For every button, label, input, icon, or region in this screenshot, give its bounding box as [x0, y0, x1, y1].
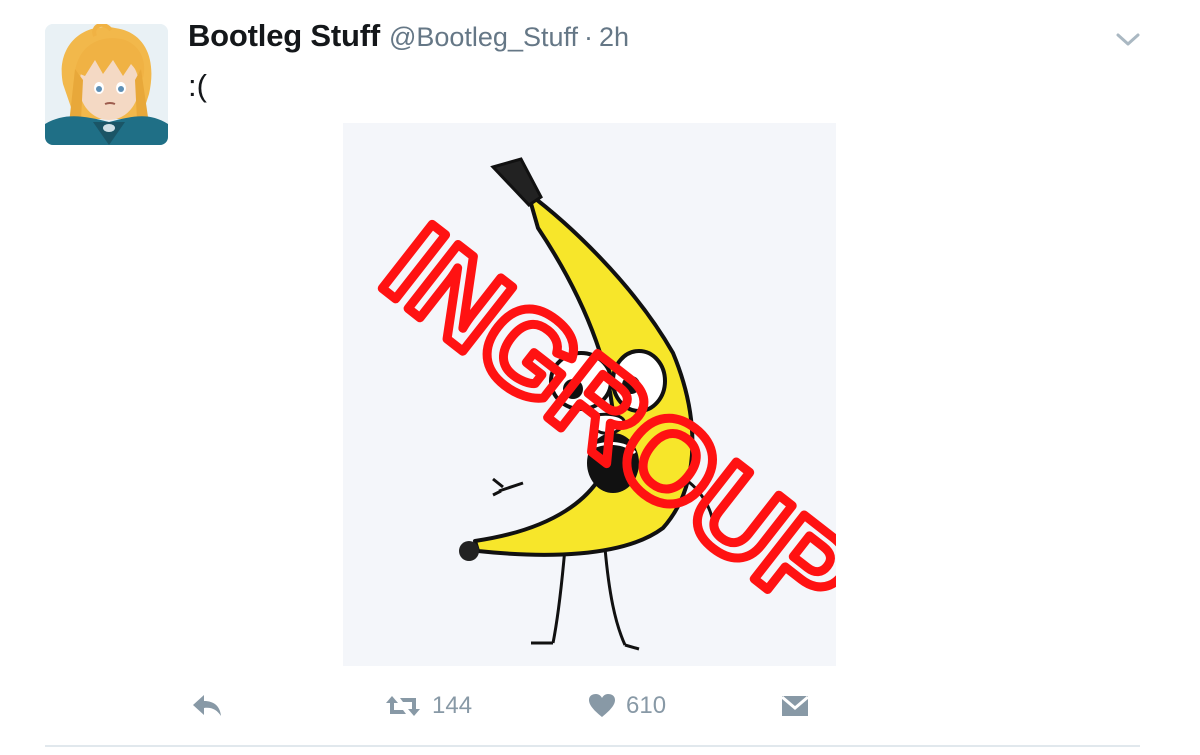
tweet-text: :(: [188, 68, 207, 103]
more-options-button[interactable]: [1114, 28, 1142, 50]
chevron-down-icon: [1116, 33, 1140, 46]
author-name[interactable]: Bootleg Stuff: [188, 18, 380, 54]
reply-button[interactable]: [190, 688, 224, 724]
header-separator: ·: [584, 22, 594, 52]
tweet-header: Bootleg Stuff @Bootleg_Stuff · 2h: [188, 18, 629, 58]
tweet-actions: 144 610: [0, 688, 1200, 724]
like-count: 610: [626, 692, 667, 719]
direct-message-button[interactable]: [780, 688, 810, 724]
envelope-icon: [781, 695, 809, 716]
retweet-count: 144: [432, 692, 473, 719]
heart-icon: [589, 694, 615, 717]
reply-icon: [193, 695, 221, 716]
retweet-button[interactable]: 144: [384, 688, 472, 724]
author-handle[interactable]: @Bootleg_Stuff: [389, 22, 578, 53]
like-button[interactable]: 610: [588, 688, 666, 724]
tweet-divider: [45, 745, 1140, 747]
retweet-icon: [386, 696, 420, 716]
author-avatar[interactable]: [45, 24, 168, 145]
tweet-timestamp[interactable]: 2h: [599, 22, 629, 53]
banana-drawing: INGROUP: [343, 123, 836, 666]
avatar-image: [45, 24, 168, 145]
tweet-media-image[interactable]: INGROUP: [343, 123, 836, 666]
